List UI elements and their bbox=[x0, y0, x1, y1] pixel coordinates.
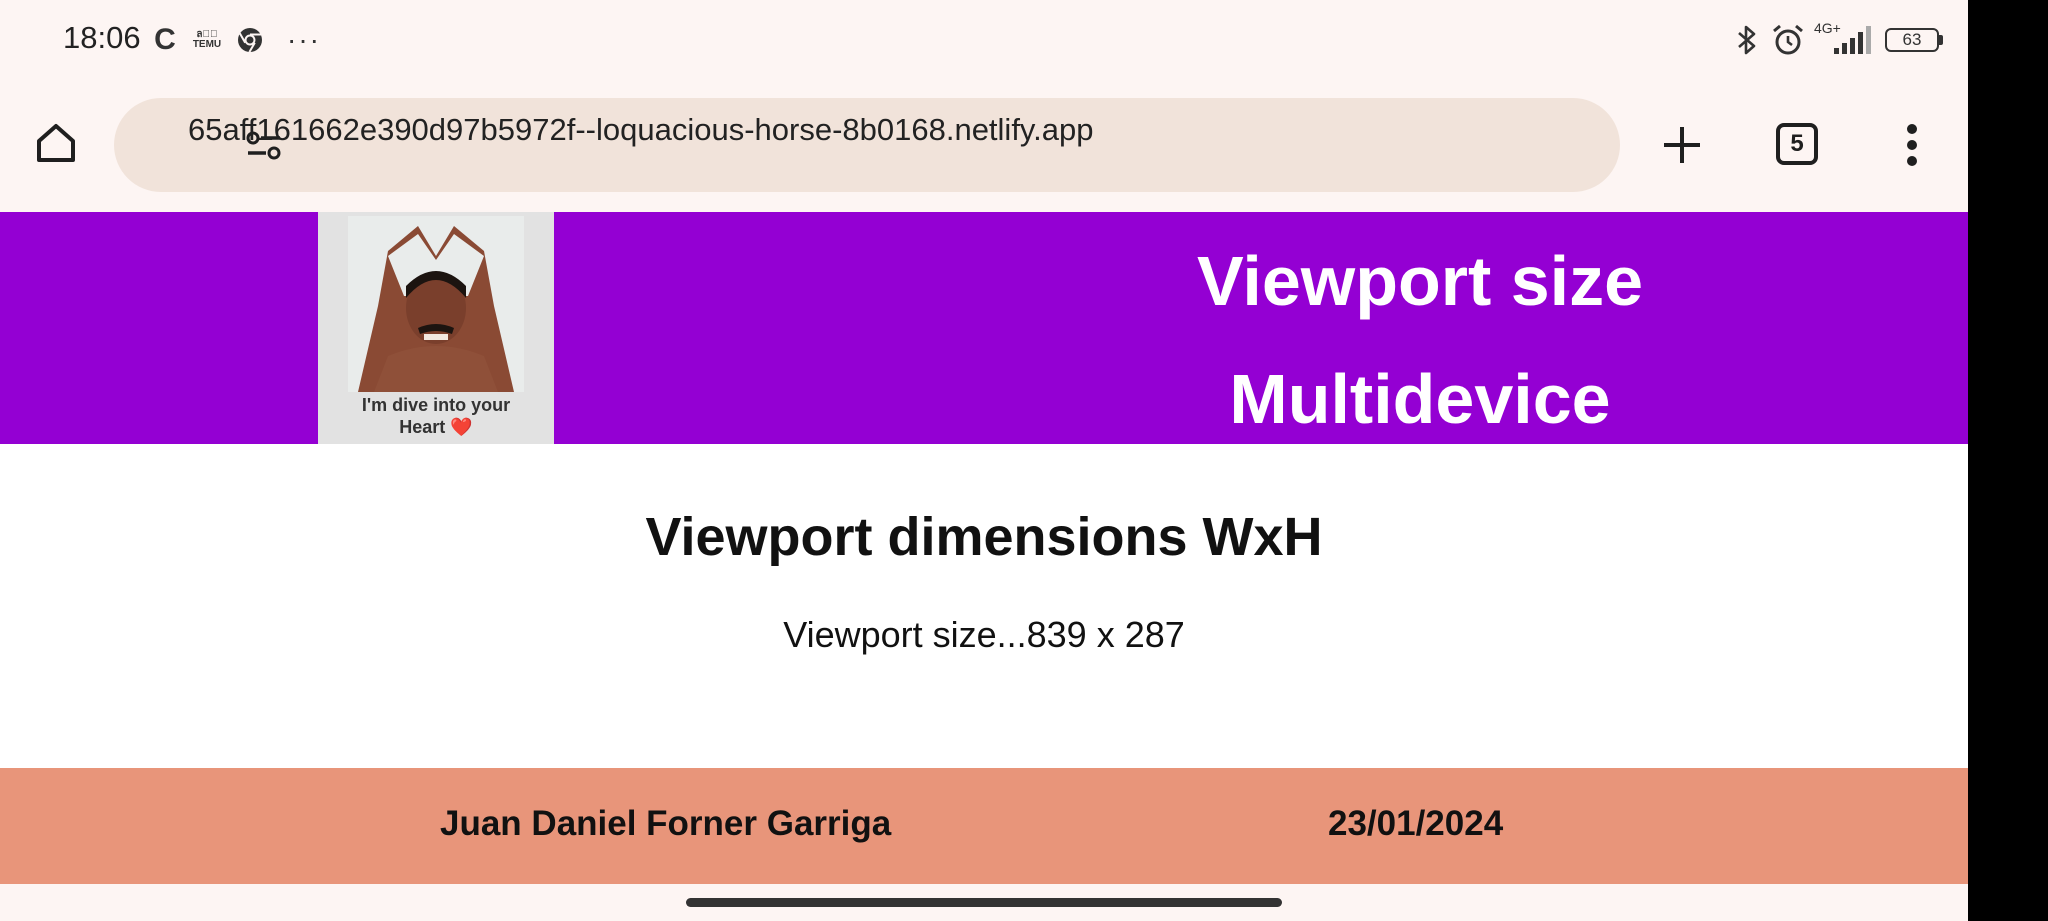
logo-caption-line-2: Heart ❤️ bbox=[399, 417, 473, 437]
page-header: I'm dive into your Heart ❤️ Viewport siz… bbox=[0, 212, 1968, 444]
viewport-size-text: Viewport size...839 x 287 bbox=[783, 614, 1185, 655]
browser-toolbar: 65aff161662e390d97b5972f--loquacious-hor… bbox=[0, 82, 1968, 212]
header-logo: I'm dive into your Heart ❤️ bbox=[318, 212, 554, 444]
network-type: 4G+ bbox=[1814, 20, 1841, 36]
url-text[interactable]: 65aff161662e390d97b5972f--loquacious-hor… bbox=[188, 110, 1093, 150]
main-heading: Viewport dimensions WxH bbox=[645, 507, 1323, 567]
temu-icon-bottom: TEMU bbox=[192, 39, 222, 50]
footer-date: 23/01/2024 bbox=[1328, 804, 1504, 843]
chrome-icon bbox=[236, 22, 264, 58]
status-bar: 18:06 C ล≋ํ TEMU ··· 4G+ 63 bbox=[0, 0, 1968, 82]
alarm-icon bbox=[1770, 22, 1806, 58]
more-icon: ··· bbox=[287, 24, 321, 55]
footer-author: Juan Daniel Forner Garriga bbox=[440, 804, 892, 843]
tab-switcher-button[interactable]: 5 bbox=[1776, 123, 1818, 165]
header-title-line-1: Viewport size bbox=[1196, 242, 1644, 320]
gesture-handle[interactable] bbox=[686, 898, 1282, 907]
home-button[interactable] bbox=[30, 117, 82, 169]
c-icon: C bbox=[154, 23, 176, 56]
new-tab-button[interactable] bbox=[1656, 119, 1708, 171]
status-time: 18:06 bbox=[63, 20, 141, 55]
home-icon bbox=[37, 124, 75, 162]
battery-level: 63 bbox=[1902, 30, 1922, 49]
page-footer: Juan Daniel Forner Garriga 23/01/2024 bbox=[0, 768, 1968, 884]
logo-caption: I'm dive into your Heart ❤️ bbox=[318, 394, 554, 438]
temu-icon: ล≋ํ TEMU bbox=[190, 22, 224, 58]
signal-icon: 4G+ bbox=[1814, 20, 1874, 58]
screen-edge bbox=[1968, 0, 2048, 921]
more-vert-icon bbox=[1907, 124, 1917, 166]
header-title: Viewport size Multidevice bbox=[1118, 222, 1722, 458]
logo-caption-line-1: I'm dive into your bbox=[361, 395, 511, 415]
more-vert-button[interactable] bbox=[1892, 117, 1932, 173]
bluetooth-icon bbox=[1732, 22, 1762, 58]
header-title-line-2: Multidevice bbox=[1229, 360, 1611, 438]
tab-count: 5 bbox=[1790, 130, 1804, 157]
battery-icon: 63 bbox=[1882, 22, 1946, 58]
phone-screen: 18:06 C ล≋ํ TEMU ··· 4G+ 63 65aff161662e… bbox=[0, 0, 1968, 921]
plus-icon bbox=[1664, 127, 1700, 163]
logo-image bbox=[348, 216, 524, 392]
